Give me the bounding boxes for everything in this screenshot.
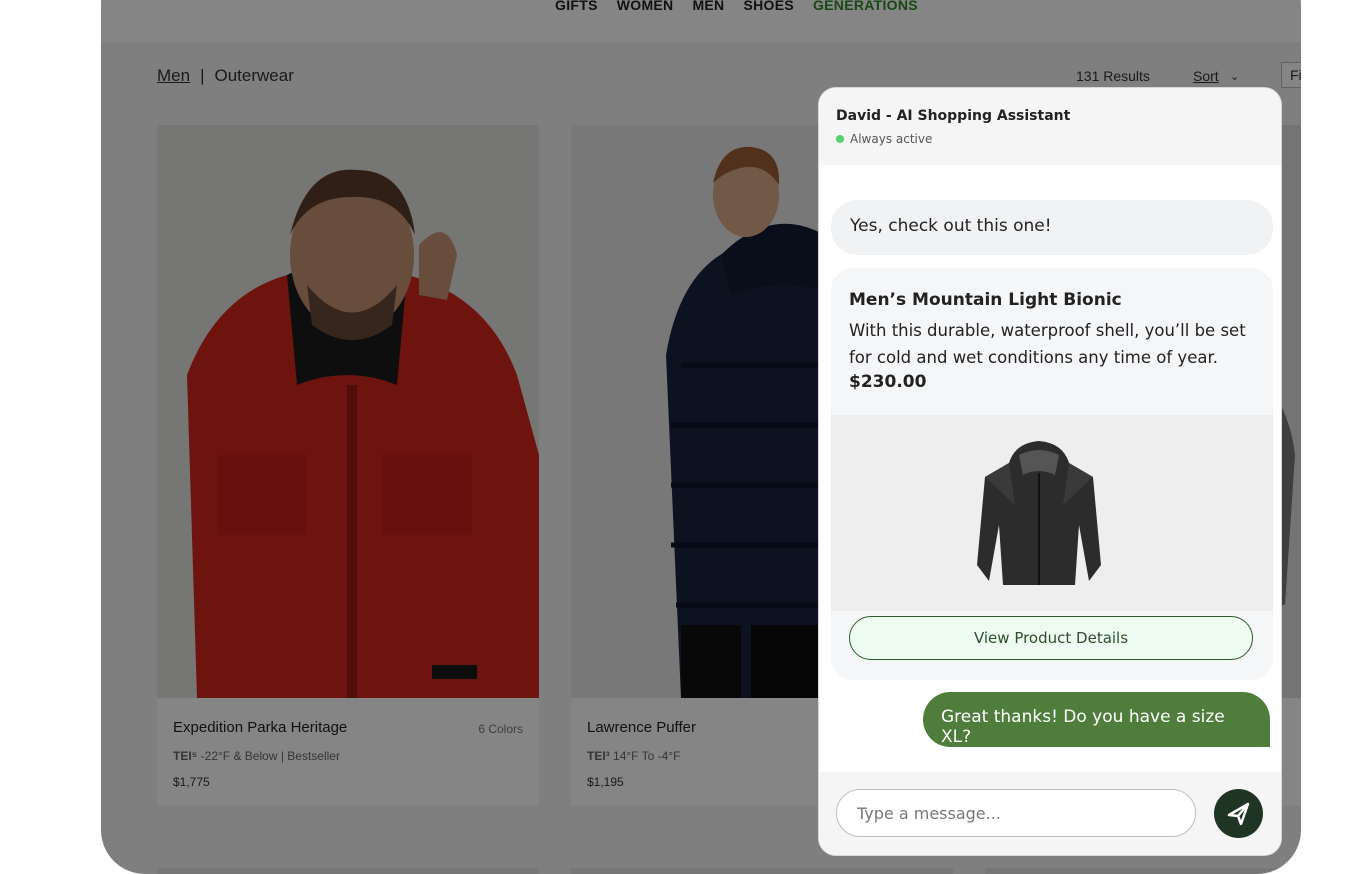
assistant-message: Yes, check out this one!: [831, 200, 1273, 255]
send-button[interactable]: [1214, 789, 1263, 838]
chat-header: David - AI Shopping Assistant Always act…: [819, 88, 1281, 165]
view-product-details-button[interactable]: View Product Details: [849, 616, 1253, 660]
chat-product-card: Men’s Mountain Light Bionic With this du…: [831, 268, 1273, 680]
assistant-name: David - AI Shopping Assistant: [836, 108, 1071, 124]
chat-input-bar: [819, 772, 1281, 855]
assistant-status: Always active: [836, 132, 932, 146]
rain-jacket-image: [977, 441, 1101, 585]
chat-product-price: $230.00: [849, 372, 927, 392]
status-text: Always active: [850, 132, 933, 146]
message-input[interactable]: [836, 789, 1196, 837]
chat-product-description: With this durable, waterproof shell, you…: [849, 321, 1246, 367]
user-message: Great thanks! Do you have a size XL?: [923, 692, 1270, 747]
chat-product-image[interactable]: [831, 415, 1273, 611]
chat-product-name: Men’s Mountain Light Bionic: [849, 290, 1122, 310]
status-dot-icon: [836, 135, 844, 143]
send-icon: [1227, 802, 1250, 826]
chat-panel: David - AI Shopping Assistant Always act…: [818, 87, 1282, 856]
